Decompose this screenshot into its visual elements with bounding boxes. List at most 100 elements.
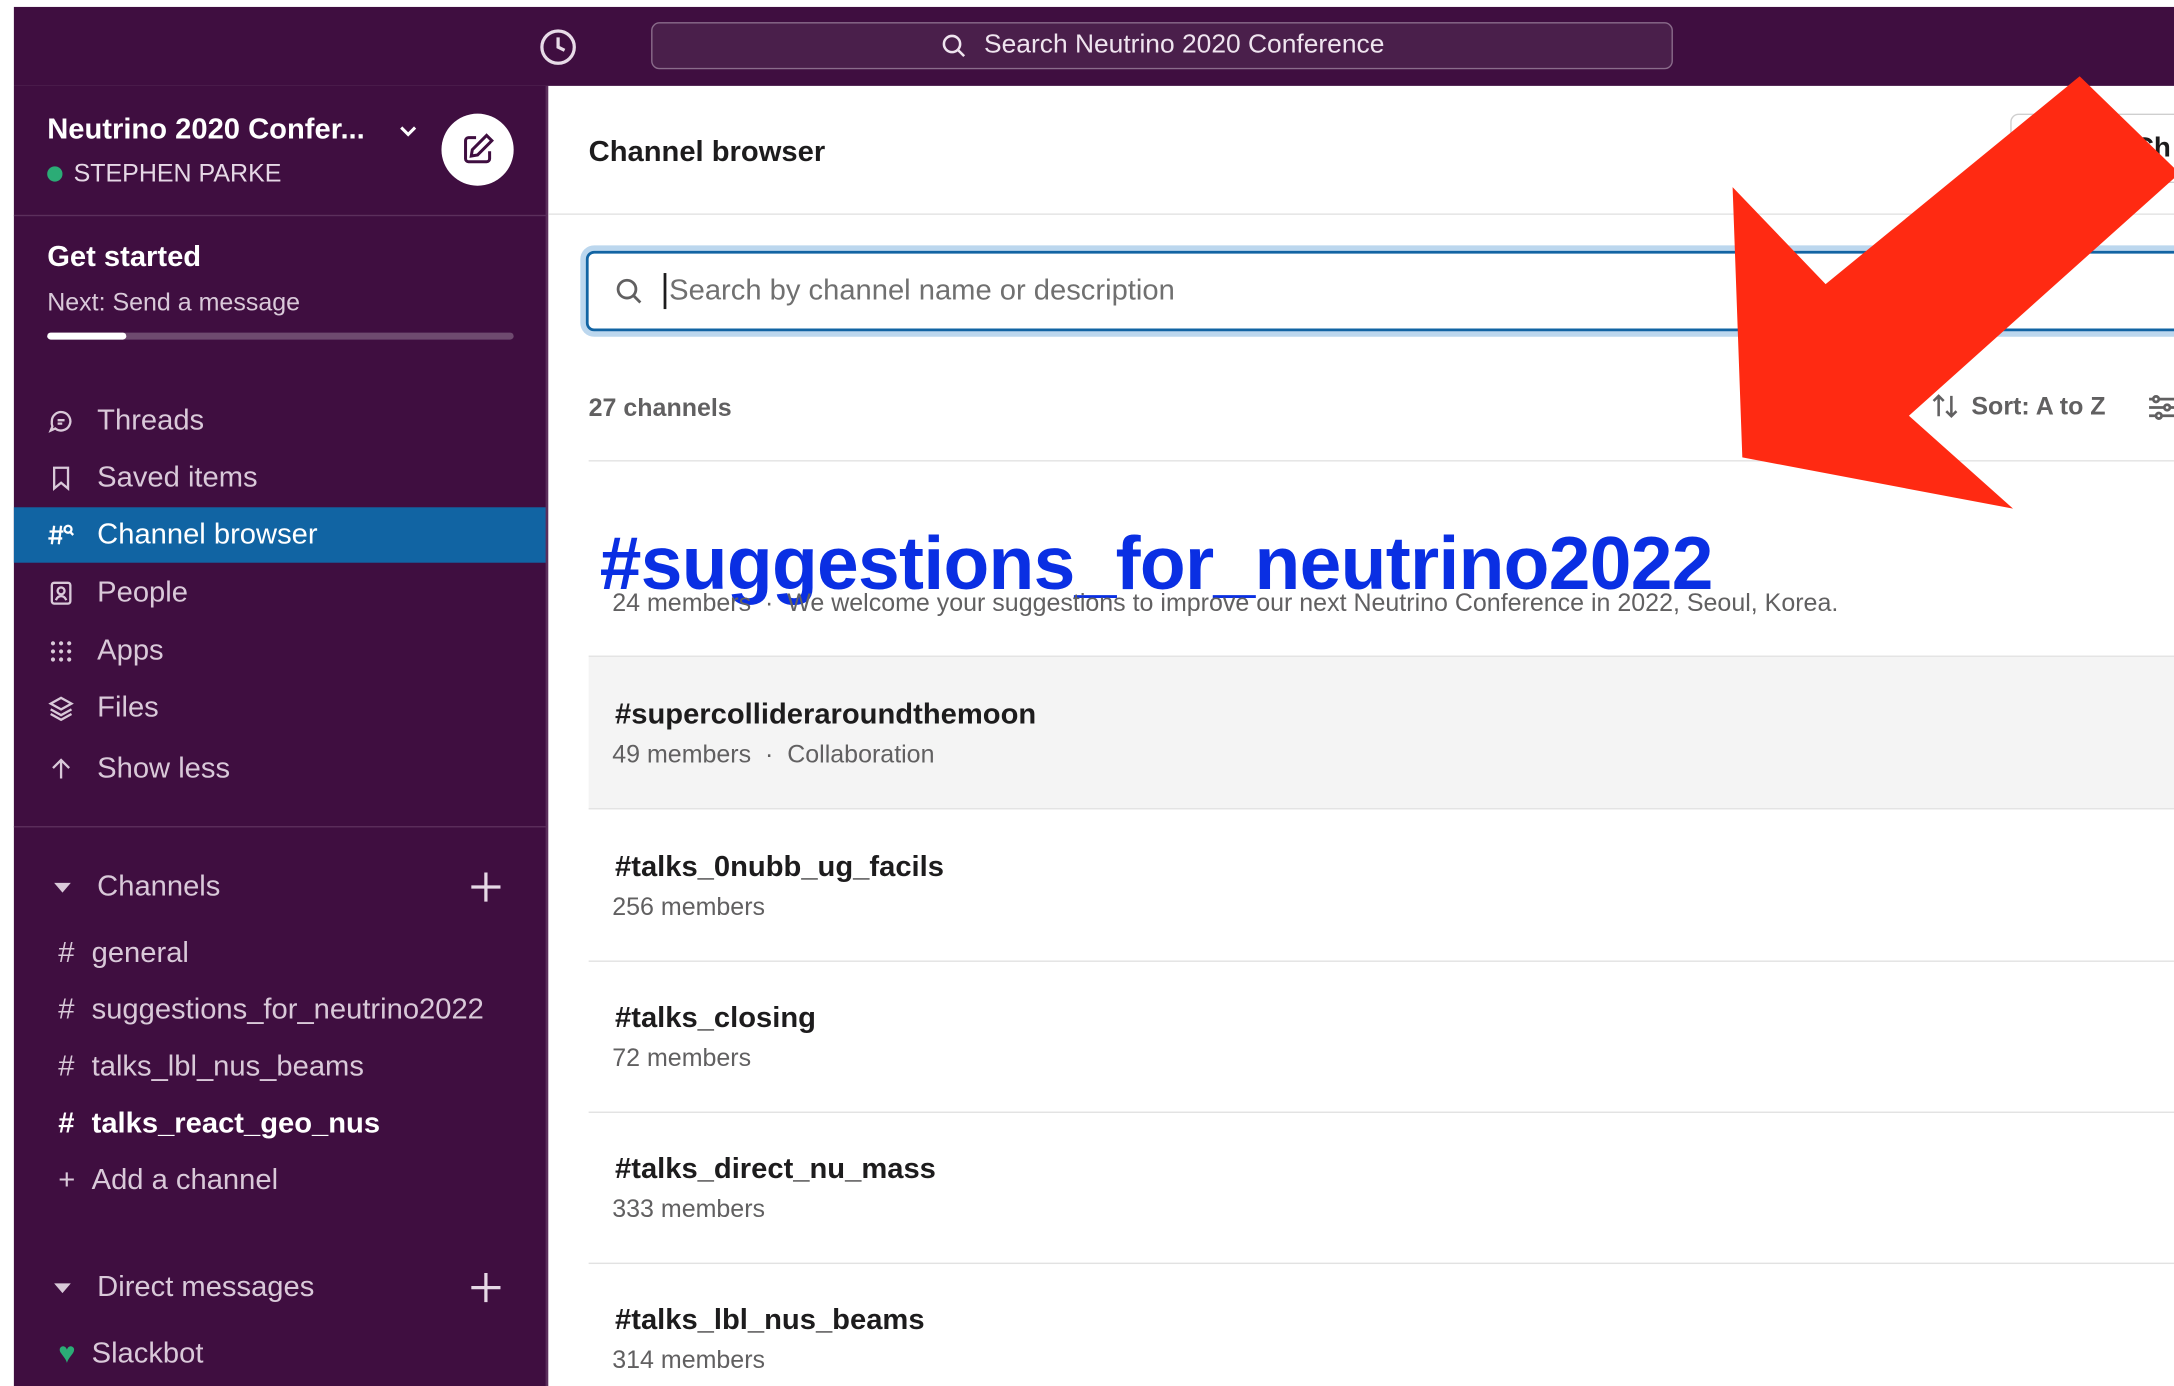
apps-grid-icon [44, 635, 77, 668]
channel-members: 72 members [612, 1043, 752, 1072]
channel-row[interactable]: #talks_0nubb_ug_facils 256 members [588, 809, 2174, 962]
plus-icon[interactable] [466, 1268, 505, 1307]
files-layers-icon [44, 692, 77, 725]
hash-icon: # [58, 993, 75, 1026]
sort-label: Sort: A to Z [1971, 391, 2106, 420]
separator-dot: · [765, 740, 774, 768]
channel-members: 333 members [612, 1194, 766, 1223]
channel-members: 314 members [612, 1345, 766, 1374]
hash-icon: # [58, 936, 75, 969]
sidebar-channel-talks-react[interactable]: # talks_react_geo_nus [14, 1098, 547, 1151]
sidebar-channel-label: suggestions_for_neutrino2022 [91, 993, 484, 1026]
workspace-header[interactable]: Neutrino 2020 Confer... STEPHEN PARKE [13, 86, 547, 217]
plus-icon: + [58, 1164, 76, 1197]
channels-section-title: Channels [97, 870, 221, 903]
channel-search-field[interactable] [585, 250, 2174, 332]
get-started-title: Get started [47, 241, 202, 274]
channel-name: #talks_direct_nu_mass [615, 1153, 936, 1186]
sidebar-divider [13, 826, 547, 828]
dm-section-title: Direct messages [97, 1270, 315, 1303]
channel-description: Collaboration [787, 740, 935, 768]
compose-button[interactable] [441, 113, 514, 186]
sidebar-item-channel-browser[interactable]: Channel browser [13, 507, 547, 563]
list-divider [588, 460, 2174, 462]
dm-label: Slackbot [91, 1337, 204, 1370]
threads-icon [44, 405, 77, 438]
chevron-down-icon[interactable] [397, 119, 419, 141]
page-title: Channel browser [588, 135, 826, 168]
sidebar-item-label: People [97, 576, 188, 609]
channel-count: 27 channels [588, 393, 732, 422]
app-window: Search Neutrino 2020 Conference Neutrino… [0, 0, 2174, 1386]
sidebar-item-label: Channel browser [97, 518, 318, 551]
dm-slackbot[interactable]: ♥ Slackbot [14, 1328, 547, 1381]
arrow-up-icon [44, 753, 77, 786]
channel-meta: 24 members · We welcome your suggestions t… [612, 589, 1838, 618]
sidebar-item-show-less[interactable]: Show less [14, 742, 547, 797]
bookmark-icon [44, 462, 77, 495]
channel-row[interactable]: #talks_closing 72 members [588, 962, 2174, 1113]
sidebar-channel-suggestions[interactable]: # suggestions_for_neutrino2022 [14, 984, 547, 1037]
channel-row[interactable]: #suggestions_for_neutrino2022 24 members… [588, 505, 2174, 657]
separator-dot: · [765, 589, 774, 617]
channel-members: 49 members [612, 740, 752, 768]
channel-name: #supercollideraroundthemoon [615, 698, 1037, 731]
user-status[interactable]: STEPHEN PARKE [47, 159, 281, 188]
sort-arrows-icon [1932, 394, 1958, 419]
sidebar-item-saved-items[interactable]: Saved items [14, 450, 547, 505]
get-started-progress [47, 332, 514, 340]
presence-dot [47, 166, 63, 182]
channel-browser-panel: Channel browser Ch 27 channels Sort: A t… [548, 85, 2174, 1386]
channel-name: #talks_closing [615, 1002, 816, 1034]
get-started-next: Next: Send a message [47, 288, 301, 317]
sidebar-channel-general[interactable]: # general [14, 927, 547, 980]
sidebar-item-label: Saved items [97, 461, 258, 494]
channel-browser-icon [44, 518, 77, 551]
hash-icon: # [58, 1050, 75, 1083]
sidebar-item-threads[interactable]: Threads [14, 394, 547, 449]
channel-members: 256 members [612, 892, 766, 921]
create-channel-button[interactable]: Ch [2010, 113, 2174, 183]
sidebar: Neutrino 2020 Confer... STEPHEN PARKE Ge… [13, 85, 547, 1386]
sidebar-item-label: Apps [97, 634, 164, 667]
hash-icon: # [58, 1107, 75, 1140]
channel-members: 24 members [612, 589, 752, 617]
clock-icon[interactable] [539, 28, 578, 67]
sidebar-item-files[interactable]: Files [14, 681, 547, 736]
caret-down-icon [54, 882, 71, 893]
people-icon [44, 577, 77, 610]
plus-icon[interactable] [466, 868, 505, 907]
sidebar-channel-label: talks_react_geo_nus [91, 1107, 381, 1140]
workspace-name[interactable]: Neutrino 2020 Confer... [47, 114, 365, 147]
channel-description: We welcome your suggestions to improve o… [787, 589, 1839, 617]
sidebar-item-label: Threads [97, 404, 205, 437]
channel-row[interactable]: #supercollideraroundthemoon 49 members · C… [588, 656, 2174, 810]
add-channel-button[interactable]: + Add a channel [14, 1155, 547, 1208]
main-header: Channel browser Ch [548, 86, 2174, 215]
add-channel-label: Add a channel [91, 1164, 279, 1197]
sidebar-channel-label: general [91, 936, 189, 969]
sidebar-channel-label: talks_lbl_nus_beams [91, 1050, 364, 1083]
search-icon [616, 278, 642, 304]
sidebar-item-label: Files [97, 691, 159, 724]
dm-section-header[interactable]: Direct messages [14, 1260, 547, 1315]
channel-search-input[interactable] [663, 273, 1922, 310]
search-icon [942, 34, 965, 58]
top-bar: Search Neutrino 2020 Conference [13, 6, 2174, 86]
channels-section-header[interactable]: Channels [14, 859, 547, 914]
sidebar-item-apps[interactable]: Apps [14, 624, 547, 679]
workspace-search-button[interactable]: Search Neutrino 2020 Conference [651, 22, 1673, 70]
workspace-search-label: Search Neutrino 2020 Conference [984, 30, 1385, 60]
sidebar-item-people[interactable]: People [14, 565, 547, 620]
channel-name: #talks_lbl_nus_beams [615, 1304, 925, 1337]
channel-row[interactable]: #talks_lbl_nus_beams 314 members [589, 1264, 2174, 1386]
heart-icon: ♥ [58, 1337, 76, 1370]
get-started-card[interactable]: Get started Next: Send a message [47, 241, 300, 317]
channel-meta: 49 members · Collaboration [612, 740, 934, 769]
get-started-progress-fill [47, 332, 127, 340]
filter-sliders-icon[interactable] [2145, 391, 2174, 424]
channel-row[interactable]: #talks_direct_nu_mass 333 members [588, 1113, 2174, 1265]
channel-name: #talks_0nubb_ug_facils [615, 851, 944, 883]
sidebar-channel-talks-lbl[interactable]: # talks_lbl_nus_beams [14, 1041, 547, 1094]
sort-button[interactable]: Sort: A to Z [1930, 391, 2106, 421]
